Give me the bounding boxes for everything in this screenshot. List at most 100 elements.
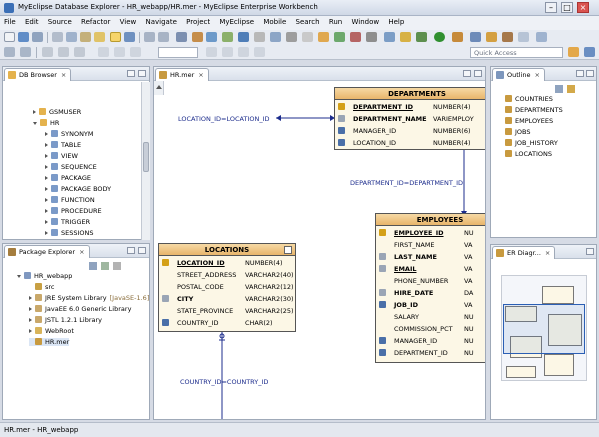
entity-column[interactable]: FIRST_NAME VA — [376, 239, 485, 251]
tree-item-db[interactable]: VIEW — [45, 152, 78, 160]
perspective-java-icon[interactable] — [584, 47, 595, 57]
close-tab-icon[interactable]: × — [61, 71, 66, 79]
match-width-icon[interactable] — [222, 47, 233, 57]
expander-icon[interactable] — [45, 209, 48, 213]
viewport-indicator[interactable] — [503, 304, 585, 354]
expander-icon[interactable] — [45, 231, 48, 235]
tree-item-db[interactable]: SESSIONS — [45, 229, 94, 237]
db-browser-scrollbar[interactable] — [141, 82, 150, 240]
tab-db-browser[interactable]: DB Browser × — [4, 68, 72, 81]
save-icon[interactable] — [18, 32, 29, 42]
tree-item-db[interactable]: TABLE — [45, 141, 81, 149]
undo-icon[interactable] — [144, 32, 155, 42]
entity-column[interactable]: MANAGER_ID NU — [376, 335, 485, 347]
entity-column[interactable]: STREET_ADDRESS VARCHAR2(40) — [159, 269, 295, 281]
outline-item[interactable]: EMPLOYEES — [505, 117, 553, 125]
tree-item-db[interactable]: SYNONYM — [45, 130, 94, 138]
menu-help[interactable]: Help — [384, 16, 407, 26]
search-icon[interactable] — [518, 32, 529, 42]
tree-item-db[interactable]: PACKAGE — [45, 174, 91, 182]
expander-icon[interactable] — [45, 220, 48, 224]
expander-icon[interactable] — [45, 154, 48, 158]
build-icon[interactable] — [222, 32, 233, 42]
tab-package-explorer[interactable]: Package Explorer × — [4, 245, 90, 258]
outline-item[interactable]: JOB_HISTORY — [505, 139, 558, 147]
relation-label-department[interactable]: DEPARTMENT_ID=DEPARTMENT_ID — [350, 179, 463, 187]
forward-icon[interactable] — [20, 47, 31, 57]
minimize-view-button[interactable] — [127, 247, 135, 254]
quick-access-input[interactable]: Quick Access — [470, 47, 563, 58]
copy-icon[interactable] — [66, 32, 77, 42]
expander-icon[interactable] — [45, 198, 48, 202]
menu-mobile[interactable]: Mobile — [259, 16, 289, 26]
settings-icon[interactable] — [286, 32, 297, 42]
entity-column[interactable]: DEPARTMENT_NAME VARIEMPLOY — [335, 113, 485, 125]
tree-item-db[interactable]: PACKAGE BODY — [45, 185, 111, 193]
menu-myeclipse[interactable]: MyEclipse — [215, 16, 257, 26]
relation-label-country[interactable]: COUNTRY_ID=COUNTRY_ID — [180, 378, 268, 386]
maximize-view-button[interactable] — [586, 70, 594, 77]
last-edit-icon[interactable] — [98, 47, 109, 57]
db-icon[interactable] — [110, 32, 121, 42]
menu-edit[interactable]: Edit — [21, 16, 42, 26]
menu-source[interactable]: Source — [44, 16, 75, 26]
entity-column[interactable]: COMMISSION_PCT NU — [376, 323, 485, 335]
tool-icon[interactable] — [254, 32, 265, 42]
tab-er-diagram[interactable]: ER Diagr... × — [492, 246, 556, 259]
tree-item-db[interactable]: FUNCTION — [45, 196, 95, 204]
annotation-icon[interactable] — [536, 32, 547, 42]
tree-item-package[interactable]: JRE System Library [JavaSE-1.6] — [29, 294, 149, 302]
expander-icon[interactable] — [33, 122, 37, 125]
close-tab-icon[interactable]: × — [535, 71, 540, 79]
entity-column[interactable]: HIRE_DATE DA — [376, 287, 485, 299]
entity-departments[interactable]: DEPARTMENTS DEPARTMENT_ID NUMBER(4) DEPART… — [334, 87, 485, 150]
expander-icon[interactable] — [45, 187, 48, 191]
deploy-icon[interactable] — [206, 32, 217, 42]
entity-employees[interactable]: EMPLOYEES EMPLOYEE_ID NU FIRST_NAME VA LAST_… — [375, 213, 485, 363]
close-tab-icon[interactable]: × — [79, 248, 84, 256]
entity-column[interactable]: EMAIL VA — [376, 263, 485, 275]
entity-column[interactable]: LAST_NAME VA — [376, 251, 485, 263]
link-editor-icon[interactable] — [101, 262, 109, 270]
folder-icon[interactable] — [94, 32, 105, 42]
match-height-icon[interactable] — [238, 47, 249, 57]
history-forward-icon[interactable] — [130, 47, 141, 57]
maximize-button[interactable]: □ — [561, 2, 573, 13]
sql-icon[interactable] — [124, 32, 135, 42]
pin-icon[interactable] — [42, 47, 53, 57]
expander-icon[interactable] — [45, 143, 48, 147]
refresh-icon[interactable] — [334, 32, 345, 42]
perspective-db-icon[interactable] — [568, 47, 579, 57]
tree-item-package[interactable]: JavaEE 6.0 Generic Library — [29, 305, 131, 313]
open-type-icon[interactable] — [486, 32, 497, 42]
team-icon[interactable] — [502, 32, 513, 42]
tree-item-db[interactable]: PROCEDURE — [45, 207, 102, 215]
globe-icon[interactable] — [302, 32, 313, 42]
java-icon[interactable] — [470, 32, 481, 42]
align-icon[interactable] — [206, 47, 217, 57]
print-icon[interactable] — [176, 32, 187, 42]
maximize-view-button[interactable] — [138, 70, 146, 77]
entity-locations[interactable]: LOCATIONS LOCATION_ID NUMBER(4) STREET_ADD… — [158, 243, 296, 332]
console-icon[interactable] — [366, 32, 377, 42]
tree-item-package[interactable]: HR_webapp — [17, 272, 72, 280]
cut-icon[interactable] — [52, 32, 63, 42]
collapse-all-icon[interactable] — [89, 262, 97, 270]
scroll-thumb[interactable] — [143, 142, 149, 172]
web-icon[interactable] — [238, 32, 249, 42]
maximize-view-button[interactable] — [138, 247, 146, 254]
tree-item-package[interactable]: HR.mer — [29, 338, 70, 346]
minimize-view-button[interactable] — [127, 70, 135, 77]
entity-column[interactable]: SALARY NU — [376, 311, 485, 323]
view-menu-icon[interactable] — [113, 262, 121, 270]
expander-icon[interactable] — [17, 275, 21, 278]
entity-column[interactable]: MANAGER_ID NUMBER(6) — [335, 125, 485, 137]
outline-filter-icon[interactable] — [567, 85, 575, 93]
entity-column[interactable]: CITY VARCHAR2(30) — [159, 293, 295, 305]
entity-column[interactable]: STATE_PROVINCE VARCHAR2(25) — [159, 305, 295, 317]
expander-icon[interactable] — [45, 165, 48, 169]
paste-icon[interactable] — [80, 32, 91, 42]
menu-file[interactable]: File — [0, 16, 19, 26]
tree-item-package[interactable]: src — [29, 283, 55, 291]
server-icon[interactable] — [192, 32, 203, 42]
